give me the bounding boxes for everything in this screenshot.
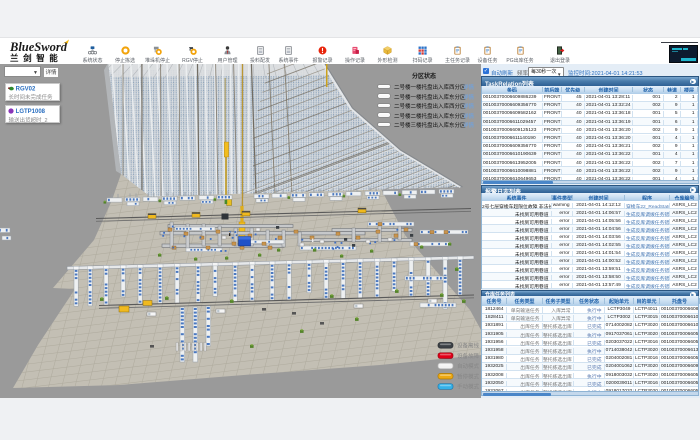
svg-text:手动模式: 手动模式 xyxy=(457,383,480,391)
svg-text:设备故障: 设备故障 xyxy=(457,352,480,360)
svg-text:设备离线: 设备离线 xyxy=(457,342,480,350)
svg-text:暂停模式: 暂停模式 xyxy=(457,372,480,380)
svg-text:自动模式: 自动模式 xyxy=(457,362,480,370)
